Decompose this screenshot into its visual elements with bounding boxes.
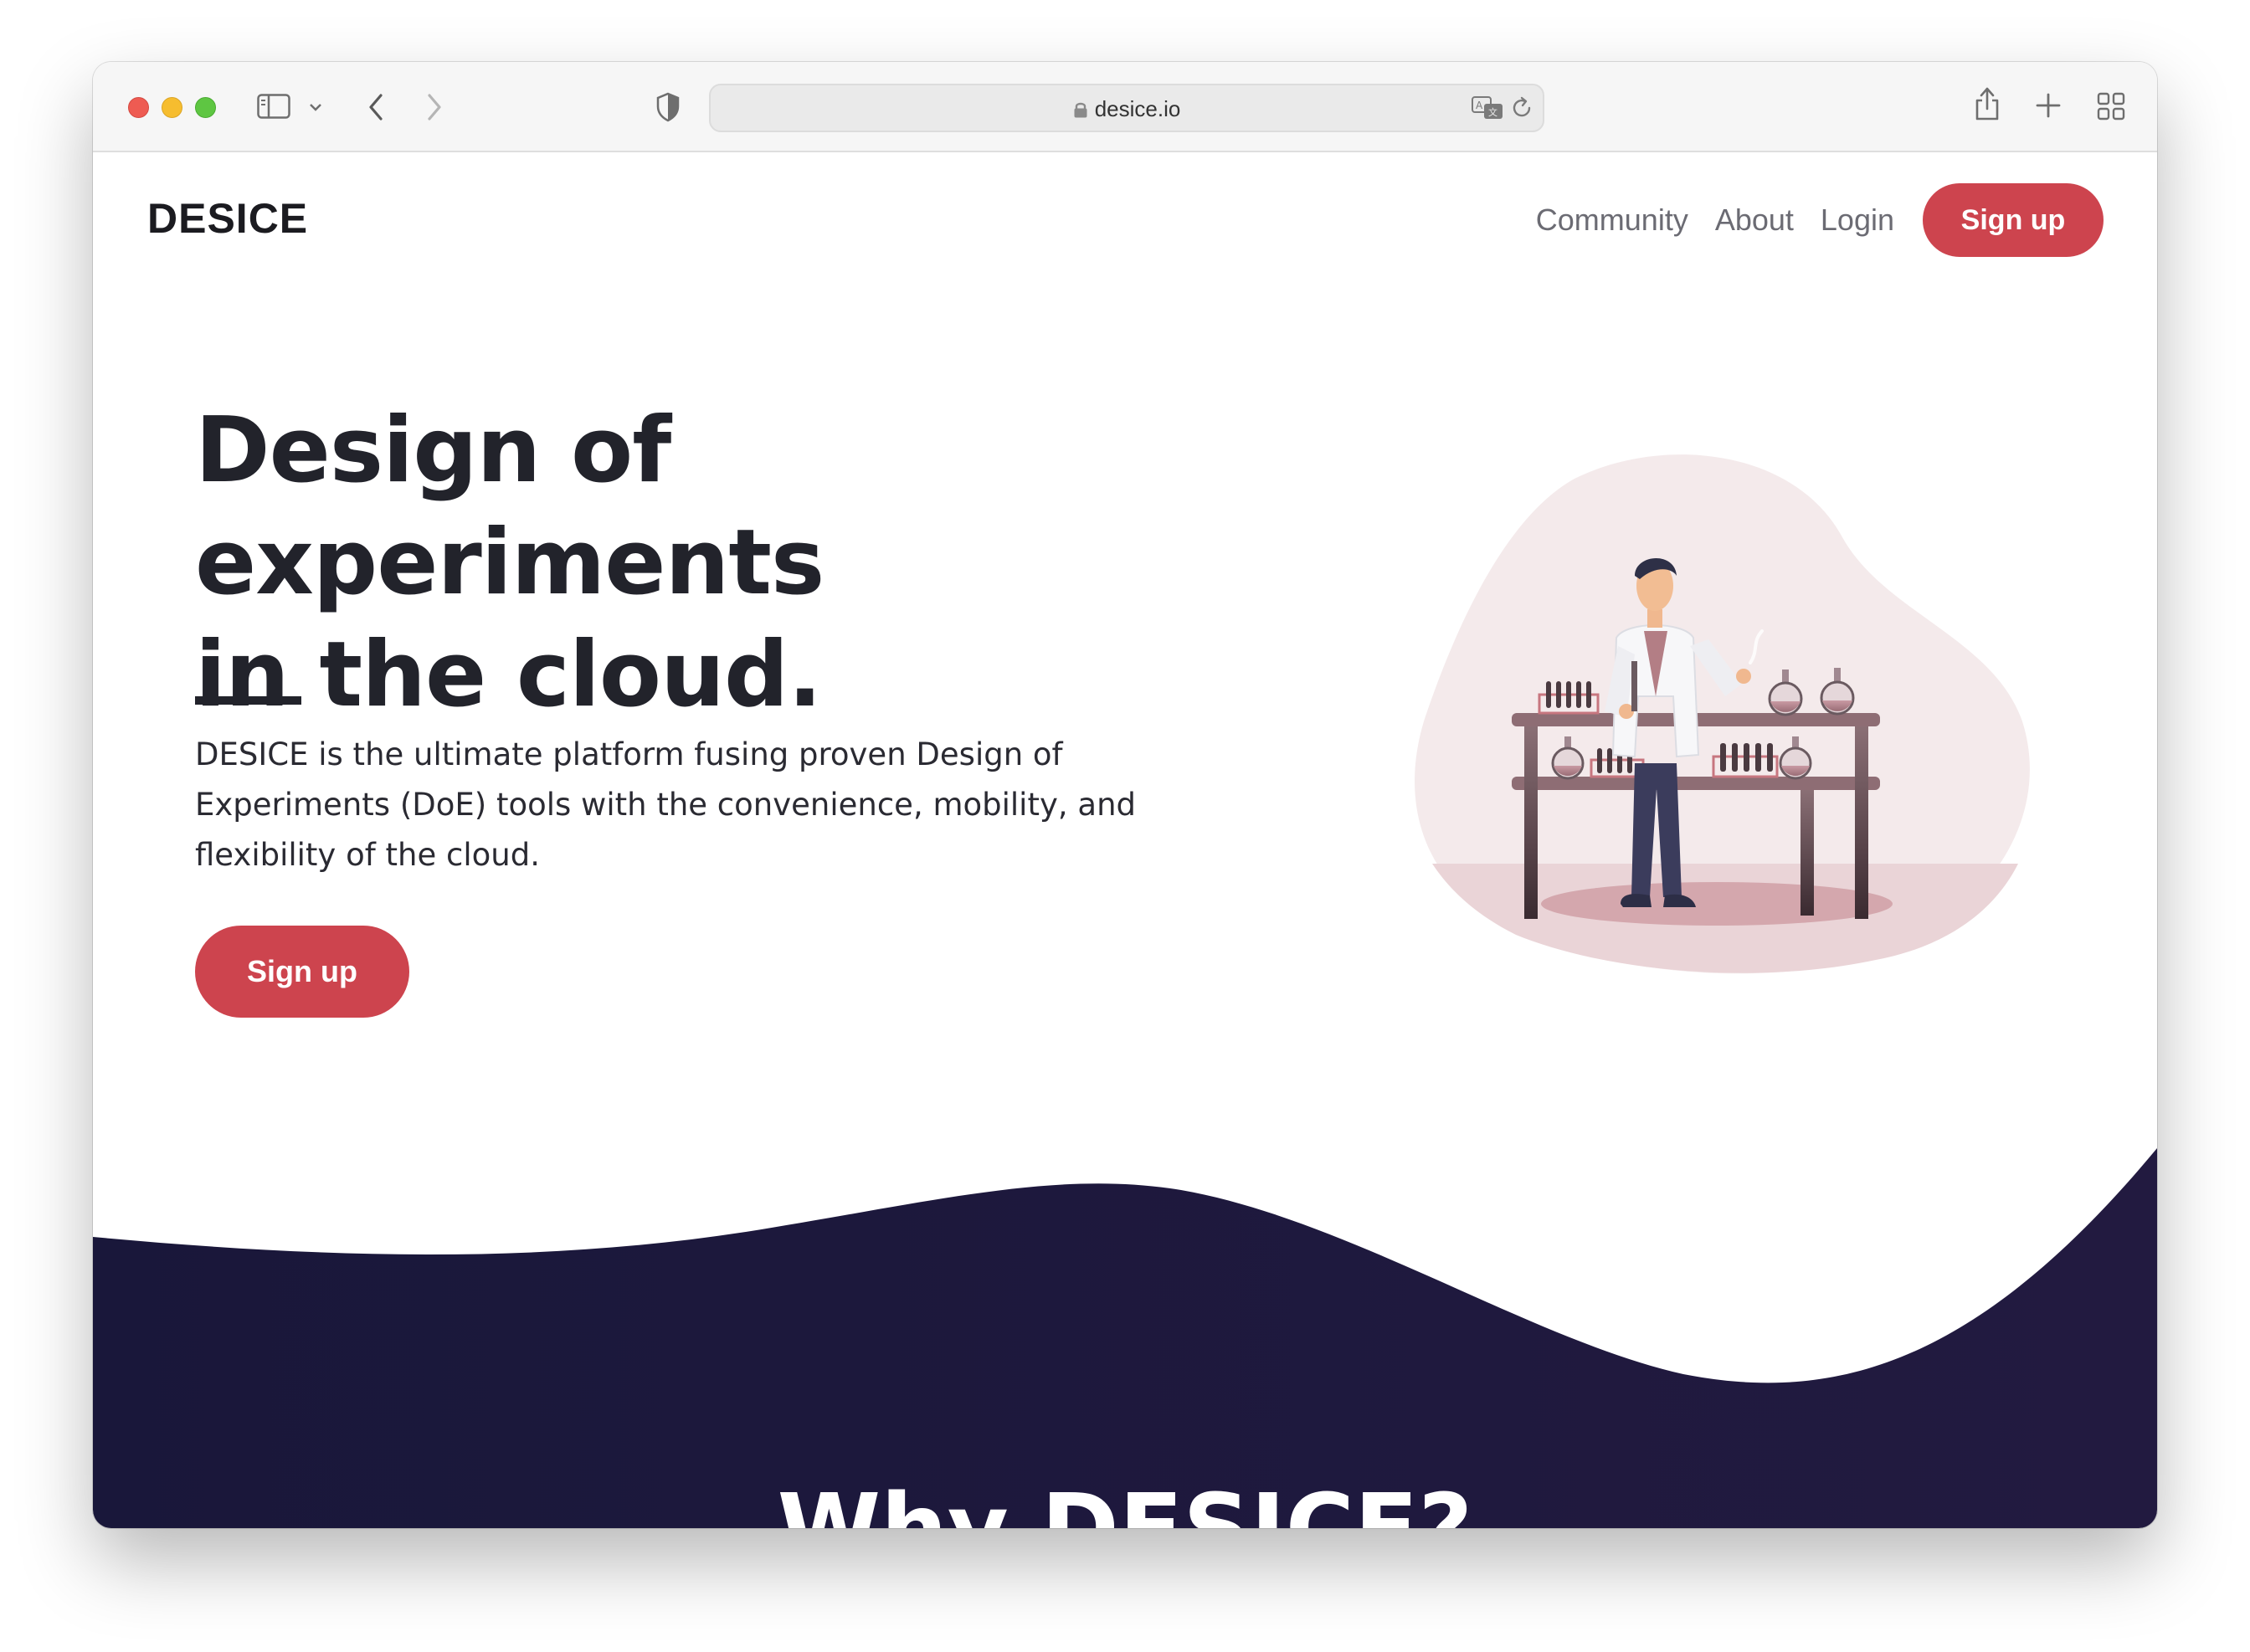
url-label: desice.io xyxy=(1094,96,1181,121)
table-leg xyxy=(1801,790,1814,916)
table-leg xyxy=(1524,726,1538,919)
zoom-window-button[interactable] xyxy=(195,97,216,118)
address-text: desice.io xyxy=(711,96,1543,122)
address-bar[interactable]: desice.io A 文 xyxy=(709,84,1544,132)
svg-text:文: 文 xyxy=(1488,106,1497,118)
brand-logo[interactable]: DESICE xyxy=(147,194,308,243)
reload-icon[interactable] xyxy=(1511,95,1534,121)
scientist-lab-illustration xyxy=(1415,454,2030,974)
why-desice-heading: Why DESICE? xyxy=(93,1475,2157,1528)
main-nav: Community About Login Sign up xyxy=(1509,182,2104,258)
new-tab-icon[interactable] xyxy=(2035,92,2062,119)
hero-description: DESICE is the ultimate platform fusing p… xyxy=(195,736,1137,873)
back-icon[interactable] xyxy=(366,92,386,122)
sidebar-icon[interactable] xyxy=(257,94,290,119)
floor-shadow xyxy=(1541,882,1893,926)
nav-community[interactable]: Community xyxy=(1536,203,1688,238)
shield-icon[interactable] xyxy=(655,92,681,122)
hero-title-line-1: Design of experiments xyxy=(195,398,824,615)
hero-title: Design of experiments in the cloud. xyxy=(195,395,1283,731)
browser-toolbar: desice.io A 文 xyxy=(93,62,2157,152)
lock-icon xyxy=(1074,102,1087,118)
close-window-button[interactable] xyxy=(128,97,149,118)
forward-icon[interactable] xyxy=(424,92,444,122)
tab-overview-icon[interactable] xyxy=(2097,92,2125,121)
translate-icon[interactable]: A 文 xyxy=(1471,95,1504,121)
nav-login[interactable]: Login xyxy=(1821,203,1894,238)
nav-about[interactable]: About xyxy=(1715,203,1794,238)
web-page: DESICE Community About Login Sign up Des… xyxy=(93,152,2157,1528)
svg-text:A: A xyxy=(1476,100,1483,111)
hero-signup-button[interactable]: Sign up xyxy=(195,926,409,1018)
hero-title-line-2: in the cloud. xyxy=(195,623,822,727)
hero-divider xyxy=(195,696,301,705)
minimize-window-button[interactable] xyxy=(162,97,182,118)
header-signup-button[interactable]: Sign up xyxy=(1923,183,2104,257)
chevron-down-icon[interactable] xyxy=(309,102,322,112)
browser-window: desice.io A 文 DESICE Community About Log… xyxy=(93,62,2157,1528)
table-leg xyxy=(1855,726,1868,919)
share-icon[interactable] xyxy=(1973,85,2001,122)
